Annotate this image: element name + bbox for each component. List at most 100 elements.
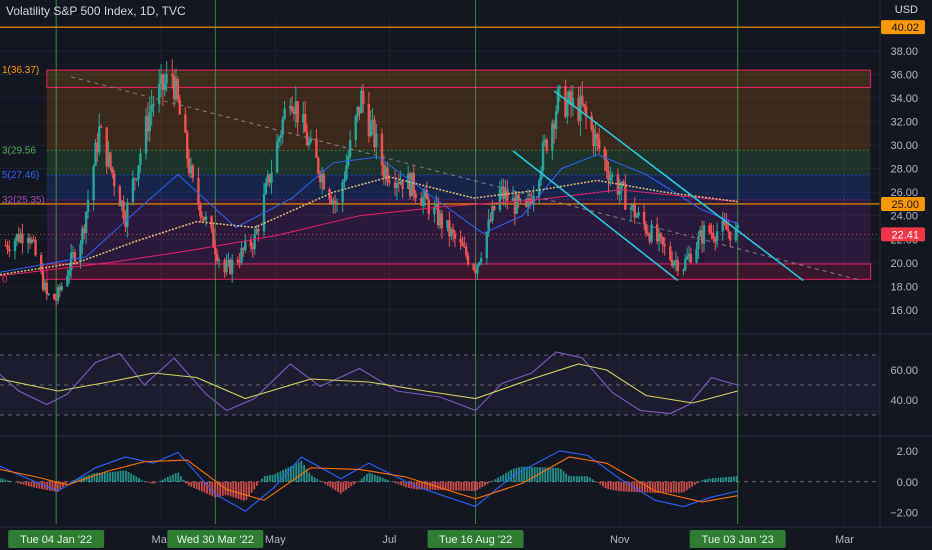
macd-histogram-bar	[227, 481, 229, 496]
macd-histogram-bar	[198, 481, 201, 491]
macd-histogram-bar	[683, 481, 686, 493]
macd-histogram-bar	[161, 479, 164, 482]
candle-body	[611, 174, 614, 178]
fib-label: 3(29.56	[2, 145, 36, 156]
candle-body	[414, 193, 417, 199]
candle-body	[191, 165, 195, 179]
candle-body	[642, 212, 646, 224]
fib-zone	[46, 263, 871, 280]
candle-body	[303, 114, 307, 133]
macd-histogram-bar	[148, 481, 151, 483]
macd-histogram-bar	[342, 481, 345, 492]
macd-histogram-bar	[439, 481, 442, 491]
macd-histogram-bar	[394, 481, 397, 484]
fib-zone	[46, 199, 871, 264]
macd-histogram-bar	[518, 467, 520, 482]
macd-histogram-bar	[594, 481, 596, 482]
candle-body	[493, 206, 496, 210]
candle-body	[689, 253, 693, 263]
candle-body	[21, 233, 24, 244]
macd-histogram-bar	[263, 476, 266, 482]
macd-histogram-bar	[672, 481, 675, 493]
date-marker-label: Tue 04 Jan '22	[20, 534, 92, 546]
macd-histogram-bar	[510, 469, 513, 482]
candle-body	[427, 199, 430, 215]
macd-histogram-bar	[662, 481, 665, 493]
macd-histogram-bar	[187, 481, 190, 486]
price-tick-label: 30.00	[890, 140, 918, 152]
macd-histogram-bar	[667, 481, 670, 493]
price-tick-label: 34.00	[890, 93, 918, 105]
macd-histogram-bar	[41, 481, 43, 490]
macd-histogram-bar	[368, 472, 371, 482]
macd-histogram-bar	[670, 481, 672, 493]
candle-body	[729, 231, 732, 241]
macd-histogram-bar	[90, 474, 93, 482]
candle-body	[605, 159, 608, 172]
macd-histogram-bar	[552, 467, 554, 482]
candle-body	[8, 249, 11, 252]
macd-histogram-bar	[599, 481, 602, 485]
candle-body	[296, 101, 299, 123]
macd-histogram-bar	[132, 475, 135, 482]
macd-histogram-bar	[339, 481, 342, 494]
candle-body	[315, 138, 318, 158]
price-tick-label: 24.00	[890, 211, 918, 223]
macd-histogram-bar	[719, 477, 722, 482]
candle-body	[225, 263, 228, 273]
macd-histogram-bar	[124, 470, 127, 482]
macd-histogram-bar	[685, 481, 688, 491]
macd-histogram-bar	[193, 481, 195, 488]
macd-histogram-bar	[6, 480, 9, 482]
candle-body	[685, 256, 689, 260]
macd-histogram-bar	[255, 481, 258, 486]
macd-histogram-bar	[229, 481, 232, 497]
candle-body	[451, 229, 455, 234]
candle-body	[111, 167, 114, 174]
chart-title: Volatility S&P 500 Index, 1D, TVC	[6, 4, 186, 18]
candle-body	[307, 141, 311, 146]
chart-canvas[interactable]: 1(36.37)3(29.565(27.46)32(25.35)060.0040…	[0, 0, 932, 550]
price-badge-label: 22.41	[891, 229, 919, 241]
macd-histogram-bar	[324, 481, 326, 484]
candle-body	[629, 207, 633, 210]
macd-histogram-bar	[33, 481, 35, 488]
date-marker-label: Tue 03 Jan '23	[702, 534, 774, 546]
macd-histogram-bar	[311, 475, 313, 482]
candle-body	[519, 199, 522, 201]
macd-histogram-bar	[628, 481, 631, 492]
candle-body	[150, 105, 153, 112]
macd-histogram-bar	[48, 481, 51, 491]
candle-body	[13, 240, 17, 252]
macd-histogram-bar	[617, 481, 620, 492]
macd-histogram-bar	[575, 476, 578, 482]
macd-histogram-bar	[363, 476, 366, 482]
time-tick-label: Mar	[835, 534, 854, 546]
macd-histogram-bar	[717, 477, 720, 482]
macd-histogram-bar	[586, 476, 589, 482]
candle-body	[236, 259, 239, 263]
macd-histogram-bar	[253, 481, 256, 490]
macd-histogram-bar	[570, 476, 573, 482]
macd-histogram-bar	[549, 467, 552, 482]
macd-histogram-bar	[308, 472, 311, 482]
macd-histogram-bar	[4, 479, 7, 482]
macd-histogram-bar	[114, 471, 117, 482]
macd-histogram-bar	[465, 481, 468, 491]
chart-stage: 1(36.37) 3(29.56 5(27.46) 32(25.35) 0 60.00 40…	[0, 0, 932, 550]
macd-histogram-bar	[248, 481, 250, 497]
candle-body	[165, 74, 168, 84]
macd-histogram-bar	[240, 481, 243, 500]
candle-body	[345, 165, 348, 180]
macd-histogram-bar	[675, 481, 678, 493]
candle-body	[79, 244, 82, 262]
fib-zone	[46, 150, 871, 176]
macd-histogram-bar	[622, 481, 625, 492]
macd-histogram-bar	[400, 481, 402, 486]
macd-histogram-bar	[664, 481, 667, 493]
macd-histogram-bar	[578, 476, 581, 482]
macd-histogram-bar	[565, 473, 568, 482]
candle-body	[661, 237, 665, 245]
candle-body	[465, 246, 468, 256]
macd-histogram-bar	[297, 462, 300, 482]
